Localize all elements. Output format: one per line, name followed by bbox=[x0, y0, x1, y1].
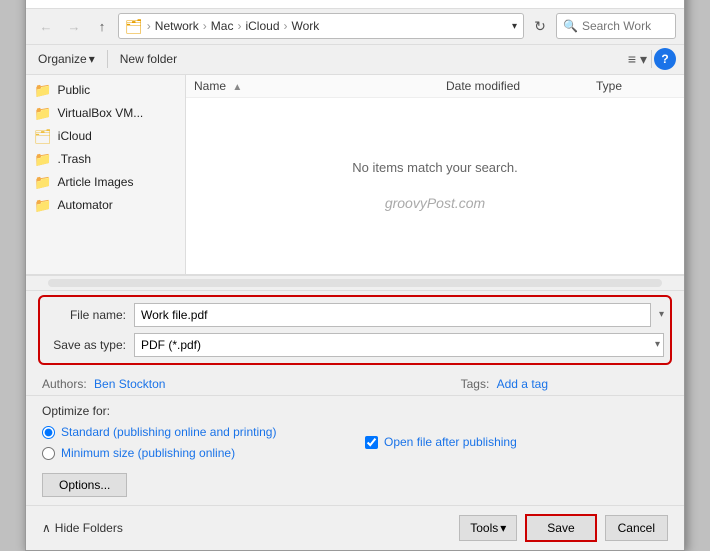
savetype-wrapper: PDF (*.pdf) ▾ bbox=[134, 333, 664, 357]
file-pane: Name ▲ Date modified Type No items match… bbox=[186, 75, 684, 274]
authors-value[interactable]: Ben Stockton bbox=[94, 377, 165, 391]
title-bar: 💾 Save As − □ ✕ bbox=[26, 0, 684, 9]
optimize-section: Optimize for: Standard (publishing onlin… bbox=[42, 404, 345, 498]
file-list-header: Name ▲ Date modified Type bbox=[186, 75, 684, 98]
authors-label: Authors: bbox=[42, 377, 87, 391]
view-toggle-button[interactable]: ≡ ▾ bbox=[626, 49, 649, 70]
meta-row: Authors: Ben Stockton Tags: Add a tag bbox=[26, 373, 684, 396]
authors-section: Authors: Ben Stockton bbox=[42, 377, 165, 391]
minimum-radio[interactable] bbox=[42, 447, 55, 460]
save-button[interactable]: Save bbox=[525, 514, 596, 542]
sidebar-item-automator[interactable]: 📁 Automator bbox=[26, 194, 185, 217]
scroll-area[interactable] bbox=[26, 275, 684, 291]
sidebar: 📁 Public 📁 VirtualBox VM... 🗂 iCloud 📁 .… bbox=[26, 75, 186, 274]
folder-icon: 📁 bbox=[34, 105, 51, 122]
sidebar-item-label: Article Images bbox=[57, 175, 133, 189]
optimize-label: Optimize for: bbox=[42, 404, 345, 418]
filename-label: File name: bbox=[46, 308, 126, 322]
filename-row-highlight: File name: ▾ Save as type: PDF (*.pdf) ▾ bbox=[42, 299, 668, 361]
breadcrumb-work[interactable]: Work bbox=[292, 19, 320, 33]
file-content-area: No items match your search. groovyPost.c… bbox=[186, 98, 684, 274]
hide-folders-label: Hide Folders bbox=[55, 521, 123, 535]
hide-folders-icon: ∧ bbox=[42, 521, 51, 535]
open-file-checkbox[interactable] bbox=[365, 436, 378, 449]
sidebar-item-article-images[interactable]: 📁 Article Images bbox=[26, 171, 185, 194]
standard-radio-label: Standard (publishing online and printing… bbox=[61, 424, 276, 441]
icloud-folder-icon: 🗂 bbox=[34, 128, 52, 145]
toolbar-separator bbox=[107, 50, 108, 68]
form-area: File name: ▾ Save as type: PDF (*.pdf) ▾ bbox=[26, 291, 684, 373]
sidebar-item-public[interactable]: 📁 Public bbox=[26, 79, 185, 102]
filename-input[interactable] bbox=[134, 303, 651, 327]
cancel-button[interactable]: Cancel bbox=[605, 515, 668, 541]
search-box[interactable]: 🔍 bbox=[556, 13, 676, 39]
options-button[interactable]: Options... bbox=[42, 473, 127, 497]
open-file-label: Open file after publishing bbox=[384, 434, 517, 451]
folder-icon: 📁 bbox=[34, 174, 51, 191]
filename-dropdown-arrow[interactable]: ▾ bbox=[659, 309, 664, 320]
savetype-row: Save as type: PDF (*.pdf) ▾ bbox=[46, 333, 664, 357]
empty-message: No items match your search. bbox=[352, 160, 517, 175]
breadcrumb: 🗂 › Network › Mac › iCloud › Work ▾ bbox=[118, 13, 524, 39]
folder-icon: 📁 bbox=[34, 82, 51, 99]
new-folder-button[interactable]: New folder bbox=[116, 50, 181, 68]
sidebar-item-trash[interactable]: 📁 .Trash bbox=[26, 148, 185, 171]
breadcrumb-folder-icon: 🗂 bbox=[125, 18, 143, 35]
back-button[interactable]: ← bbox=[34, 14, 58, 38]
minimum-radio-option: Minimum size (publishing online) bbox=[42, 445, 345, 462]
minimum-radio-label: Minimum size (publishing online) bbox=[61, 445, 235, 462]
help-button[interactable]: ? bbox=[654, 48, 676, 70]
toolbar-separator-2 bbox=[651, 50, 652, 68]
scroll-track bbox=[48, 279, 662, 287]
sidebar-item-label: iCloud bbox=[58, 129, 92, 143]
search-icon: 🔍 bbox=[563, 19, 578, 33]
standard-radio[interactable] bbox=[42, 426, 55, 439]
main-area: 📁 Public 📁 VirtualBox VM... 🗂 iCloud 📁 .… bbox=[26, 75, 684, 275]
col-name-header[interactable]: Name ▲ bbox=[194, 79, 446, 93]
options-area: Optimize for: Standard (publishing onlin… bbox=[26, 396, 684, 506]
tags-label: Tags: bbox=[461, 377, 490, 391]
watermark: groovyPost.com bbox=[385, 195, 485, 211]
tags-value[interactable]: Add a tag bbox=[497, 377, 548, 391]
bottom-bar: ∧ Hide Folders Tools ▾ Save Cancel bbox=[26, 505, 684, 550]
sidebar-item-label: Automator bbox=[57, 198, 112, 212]
sidebar-item-icloud[interactable]: 🗂 iCloud bbox=[26, 125, 185, 148]
standard-radio-option: Standard (publishing online and printing… bbox=[42, 424, 345, 441]
folder-icon: 📁 bbox=[34, 197, 51, 214]
sidebar-item-label: .Trash bbox=[57, 152, 91, 166]
sidebar-item-virtualbox[interactable]: 📁 VirtualBox VM... bbox=[26, 102, 185, 125]
open-file-section: Open file after publishing bbox=[365, 404, 668, 451]
sidebar-item-label: Public bbox=[57, 83, 90, 97]
folder-icon: 📁 bbox=[34, 151, 51, 168]
savetype-label: Save as type: bbox=[46, 338, 126, 352]
tools-button[interactable]: Tools ▾ bbox=[459, 515, 517, 541]
sidebar-item-label: VirtualBox VM... bbox=[57, 106, 143, 120]
toolbar: Organize ▾ New folder ≡ ▾ ? bbox=[26, 45, 684, 75]
refresh-button[interactable]: ↻ bbox=[528, 14, 552, 38]
col-type-header[interactable]: Type bbox=[596, 79, 676, 93]
search-input[interactable] bbox=[582, 19, 672, 33]
hide-folders-button[interactable]: ∧ Hide Folders bbox=[42, 521, 123, 535]
savetype-select[interactable]: PDF (*.pdf) bbox=[134, 333, 664, 357]
organize-button[interactable]: Organize ▾ bbox=[34, 50, 99, 68]
breadcrumb-mac[interactable]: Mac bbox=[211, 19, 234, 33]
nav-bar: ← → ↑ 🗂 › Network › Mac › iCloud › Work … bbox=[26, 9, 684, 45]
breadcrumb-icloud[interactable]: iCloud bbox=[245, 19, 279, 33]
breadcrumb-network[interactable]: Network bbox=[155, 19, 199, 33]
filename-row: File name: ▾ bbox=[46, 303, 664, 327]
forward-button[interactable]: → bbox=[62, 14, 86, 38]
col-date-header[interactable]: Date modified bbox=[446, 79, 596, 93]
up-button[interactable]: ↑ bbox=[90, 14, 114, 38]
tags-section: Tags: Add a tag bbox=[461, 377, 668, 391]
bottom-right: Tools ▾ Save Cancel bbox=[459, 514, 668, 542]
view-buttons: ≡ ▾ ? bbox=[626, 48, 676, 70]
